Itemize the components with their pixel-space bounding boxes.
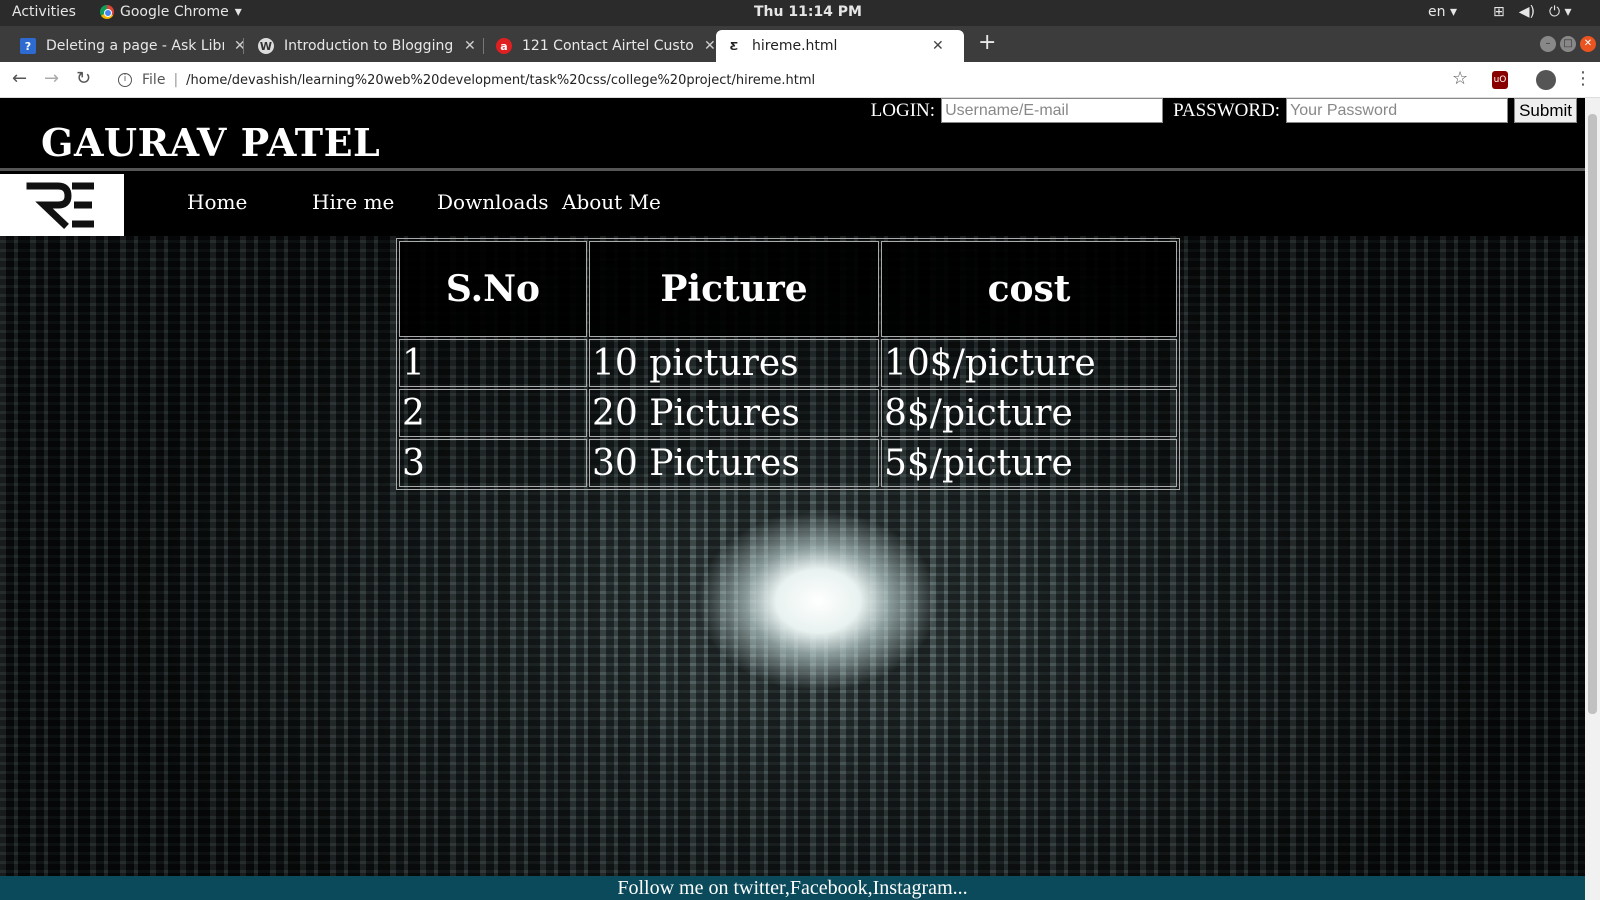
close-icon[interactable]: ✕	[932, 38, 944, 54]
divider: |	[173, 72, 179, 88]
minimize-button[interactable]: –	[1540, 36, 1556, 52]
re-logo-icon	[26, 182, 94, 229]
page-viewport: GAURAV PATEL LOGIN: PASSWORD: Submit Hom…	[0, 98, 1585, 900]
tab-airtel-contact[interactable]: a 121 Contact Airtel Custom ✕	[486, 30, 726, 62]
reload-icon[interactable]: ↻	[76, 68, 91, 89]
chevron-down-icon: ▾	[234, 4, 242, 20]
table-row: 2 20 Pictures 8$/picture	[399, 389, 1177, 437]
table-cell: 8$/picture	[881, 389, 1177, 437]
tab-separator	[483, 38, 484, 54]
activities-button[interactable]: Activities	[12, 4, 76, 20]
tab-strip: ? Deleting a page - Ask Libr ✕ W Introdu…	[0, 26, 1600, 62]
column-header: cost	[881, 241, 1177, 337]
kebab-menu-icon[interactable]: ⋮	[1574, 68, 1592, 89]
page-scrollbar[interactable]	[1585, 98, 1600, 900]
site-header: GAURAV PATEL LOGIN: PASSWORD: Submit	[0, 98, 1585, 171]
clock[interactable]: Thu 11:14 PM	[754, 4, 862, 20]
table-row: 3 30 Pictures 5$/picture	[399, 439, 1177, 487]
airtel-icon: a	[496, 38, 512, 54]
ublock-extension-icon[interactable]: uO	[1492, 71, 1508, 89]
nav-home[interactable]: Home	[187, 190, 247, 214]
window-controls: – □ ✕	[1540, 36, 1596, 52]
table-cell: 10 pictures	[589, 339, 879, 387]
column-header: S.No	[399, 241, 587, 337]
table-cell: 10$/picture	[881, 339, 1177, 387]
tab-hireme[interactable]: Ƹ hireme.html ✕	[716, 30, 964, 62]
chrome-icon	[100, 5, 114, 19]
table-cell: 2	[399, 389, 587, 437]
new-tab-button[interactable]: +	[978, 30, 996, 55]
url-text[interactable]: /home/devashish/learning%20web%20develop…	[186, 73, 815, 88]
tab-introduction-to-blogging[interactable]: W Introduction to Blogging ✕	[248, 30, 486, 62]
account-avatar-icon[interactable]	[1536, 70, 1556, 90]
site-title: GAURAV PATEL	[41, 120, 381, 165]
app-menu[interactable]: Google Chrome ▾	[100, 4, 242, 20]
tab-deleting-a-page[interactable]: ? Deleting a page - Ask Libr ✕	[10, 30, 256, 62]
language-indicator[interactable]: en ▾	[1428, 4, 1457, 20]
address-bar[interactable]: i File | /home/devashish/learning%20web%…	[108, 66, 1488, 94]
info-icon[interactable]: i	[118, 73, 132, 87]
maximize-button[interactable]: □	[1560, 36, 1576, 52]
system-top-bar: Activities Google Chrome ▾ Thu 11:14 PM …	[0, 0, 1600, 26]
table-cell: 5$/picture	[881, 439, 1177, 487]
main-nav: Home Hire me Downloads About Me	[0, 174, 1585, 236]
table-cell: 30 Pictures	[589, 439, 879, 487]
power-icon: ⏻ ▾	[1548, 4, 1572, 20]
scheme-label: File	[142, 72, 166, 88]
nav-about-me[interactable]: About Me	[562, 190, 661, 214]
app-name: Google Chrome	[120, 4, 229, 20]
password-input[interactable]	[1286, 98, 1509, 123]
table-header-row: S.No Picture cost	[399, 241, 1177, 337]
password-label: PASSWORD:	[1173, 99, 1281, 121]
table-cell: 3	[399, 439, 587, 487]
scrollbar-thumb[interactable]	[1588, 114, 1597, 714]
table-cell: 20 Pictures	[589, 389, 879, 437]
browser-toolbar: ← → ↻ i File | /home/devashish/learning%…	[0, 62, 1600, 98]
username-input[interactable]	[941, 98, 1164, 123]
tab-title: 121 Contact Airtel Custom	[522, 38, 694, 54]
forward-icon[interactable]: →	[44, 68, 59, 89]
question-icon: ?	[20, 38, 36, 54]
close-window-button[interactable]: ✕	[1580, 36, 1596, 52]
tab-title: hireme.html	[752, 38, 838, 54]
tab-separator	[243, 38, 244, 54]
network-icon: ⊞	[1493, 4, 1505, 20]
volume-icon: ◀)	[1518, 4, 1535, 20]
tab-title: Introduction to Blogging	[284, 38, 454, 54]
footer-social[interactable]: Follow me on twitter,Facebook,Instagram.…	[0, 876, 1585, 900]
login-form: LOGIN: PASSWORD: Submit	[871, 98, 1577, 123]
close-icon[interactable]: ✕	[704, 38, 716, 54]
back-icon[interactable]: ←	[12, 68, 27, 89]
submit-button[interactable]: Submit	[1514, 98, 1577, 123]
wordpress-icon: W	[258, 38, 274, 54]
system-tray[interactable]: ⊞ ◀) ⏻ ▾	[1493, 4, 1572, 20]
pricing-table: S.No Picture cost 1 10 pictures 10$/pict…	[396, 238, 1180, 490]
tab-title: Deleting a page - Ask Libr	[46, 38, 224, 54]
nav-downloads[interactable]: Downloads	[437, 190, 549, 214]
bookmark-star-icon[interactable]: ☆	[1452, 68, 1468, 89]
page-icon: Ƹ	[729, 39, 739, 53]
close-icon[interactable]: ✕	[464, 38, 476, 54]
site-logo[interactable]	[0, 174, 124, 236]
nav-hire-me[interactable]: Hire me	[312, 190, 394, 214]
login-label: LOGIN:	[870, 99, 936, 121]
table-row: 1 10 pictures 10$/picture	[399, 339, 1177, 387]
table-cell: 1	[399, 339, 587, 387]
column-header: Picture	[589, 241, 879, 337]
language-label: en	[1428, 4, 1446, 20]
